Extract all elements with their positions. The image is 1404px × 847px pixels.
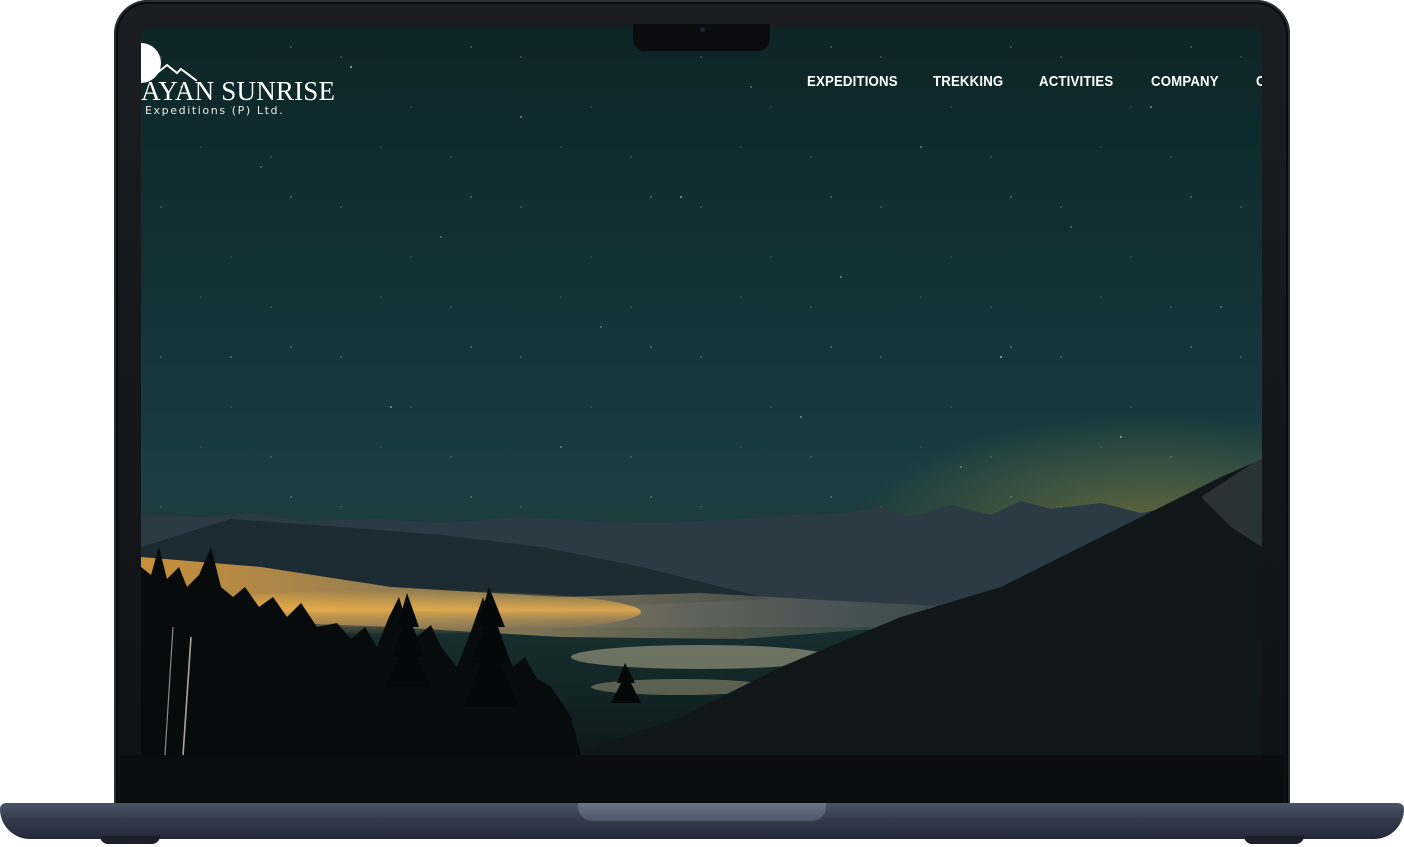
lid-opening-notch (578, 803, 826, 821)
browser-viewport: AYAN SUNRISE Expeditions (P) Ltd. EXPEDI… (141, 27, 1262, 755)
site-logo[interactable]: AYAN SUNRISE Expeditions (P) Ltd. (141, 41, 335, 131)
camera-icon (700, 27, 705, 32)
logo-title: AYAN SUNRISE (141, 76, 336, 106)
nav-item-truncated[interactable]: C (1256, 73, 1262, 90)
nav-activities[interactable]: ACTIVITIES (1039, 73, 1113, 90)
nav-trekking[interactable]: TREKKING (933, 73, 1003, 90)
screen-bottom-bezel (120, 755, 1284, 803)
laptop-foot-right (1244, 836, 1304, 844)
nav-company[interactable]: COMPANY (1151, 73, 1219, 90)
laptop-foot-left (100, 836, 160, 844)
nav-expeditions[interactable]: EXPEDITIONS (807, 73, 898, 90)
logo-subtitle: Expeditions (P) Ltd. (145, 104, 285, 117)
